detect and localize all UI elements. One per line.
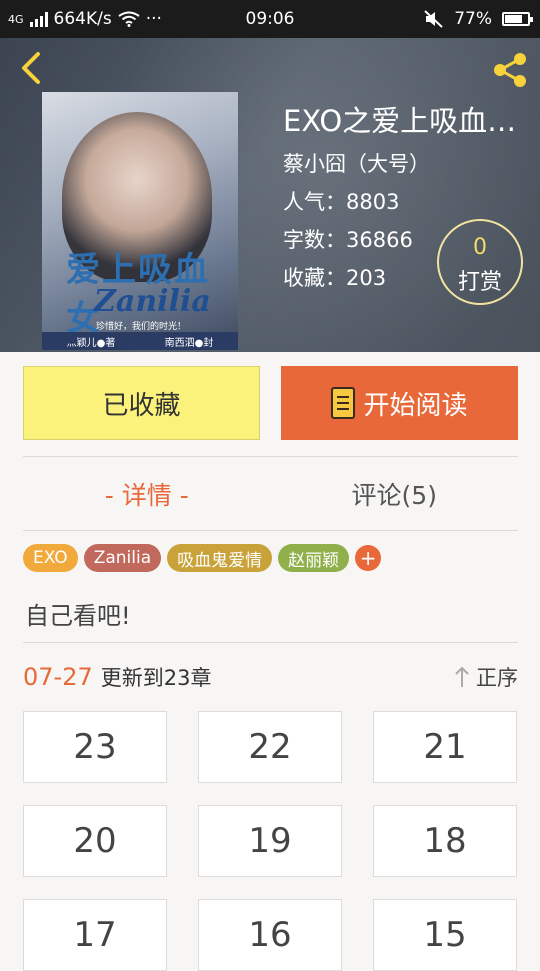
chapter-button[interactable]: 18: [373, 805, 517, 877]
sort-order-label: 正序: [476, 666, 518, 690]
book-author[interactable]: 蔡小囧（大号）: [283, 148, 535, 178]
battery-icon: [502, 12, 533, 26]
update-row: 07-27 更新到23章 正序: [23, 660, 518, 694]
tag-zhao-liying[interactable]: 赵丽颖: [278, 544, 350, 572]
tip-label: 打赏: [457, 270, 502, 295]
chapter-button[interactable]: 16: [198, 899, 342, 971]
favorited-label: 已收藏: [102, 390, 181, 421]
book-cover[interactable]: 爱上吸血女 Zanilia 珍惜好，我们的时光！ 灬颖儿●著 南西泗●封: [42, 92, 238, 350]
mute-icon: [424, 10, 443, 28]
sort-order-button[interactable]: 正序: [454, 662, 518, 692]
book-title: EXO之爱上吸血…: [283, 104, 517, 138]
tag-vampire-romance[interactable]: 吸血鬼爱情: [167, 544, 273, 572]
divider: [23, 642, 518, 643]
battery-fill: [505, 15, 522, 23]
tag-exo[interactable]: EXO: [23, 544, 78, 572]
chapter-button[interactable]: 19: [198, 805, 342, 877]
update-date: 07-27: [23, 663, 93, 691]
cover-tagline: 珍惜好，我们的时光！: [96, 322, 187, 332]
divider: [23, 456, 518, 457]
cover-artist-credit: 南西泗●封: [164, 337, 214, 349]
chapter-button[interactable]: 20: [23, 805, 167, 877]
tab-bar: - 详情 - 评论(5): [23, 458, 518, 530]
tag-list: EXO Zanilia 吸血鬼爱情 赵丽颖 +: [23, 544, 382, 572]
start-reading-button[interactable]: 开始阅读: [281, 366, 518, 440]
chapter-button[interactable]: 22: [198, 711, 342, 783]
cover-credits: 灬颖儿●著 南西泗●封: [42, 332, 238, 350]
tag-zanilia[interactable]: Zanilia: [83, 544, 162, 572]
add-tag-button[interactable]: +: [355, 545, 382, 571]
chapter-button[interactable]: 17: [23, 899, 167, 971]
tab-comments[interactable]: 评论(5): [271, 458, 519, 530]
chapter-button[interactable]: 15: [373, 899, 517, 971]
arrow-up-icon: [455, 666, 469, 687]
update-text: 更新到23章: [100, 666, 212, 690]
back-arrow-icon[interactable]: [14, 50, 50, 86]
favorited-button[interactable]: 已收藏: [23, 366, 260, 440]
start-reading-label: 开始阅读: [363, 390, 468, 421]
share-icon[interactable]: [490, 50, 530, 90]
book-icon: [331, 387, 356, 419]
divider: [23, 530, 518, 531]
tip-count: 0: [473, 235, 487, 260]
cover-author-credit: 灬颖儿●著: [66, 337, 116, 349]
battery-percent: 77%: [454, 9, 492, 29]
cover-title-en: Zanilia: [94, 284, 211, 319]
book-description: 自己看吧!: [25, 602, 131, 630]
status-bar: 4G 664K/s ··· 09:06 77%: [0, 0, 540, 38]
tab-details[interactable]: - 详情 -: [23, 458, 271, 530]
chapter-button[interactable]: 21: [373, 711, 517, 783]
tip-button[interactable]: 0 打赏: [437, 219, 523, 305]
book-header: 爱上吸血女 Zanilia 珍惜好，我们的时光！ 灬颖儿●著 南西泗●封 EXO…: [0, 38, 540, 352]
book-popularity: 人气：8803: [283, 190, 400, 214]
status-right: 77%: [424, 9, 533, 29]
chapter-button[interactable]: 23: [23, 711, 167, 783]
